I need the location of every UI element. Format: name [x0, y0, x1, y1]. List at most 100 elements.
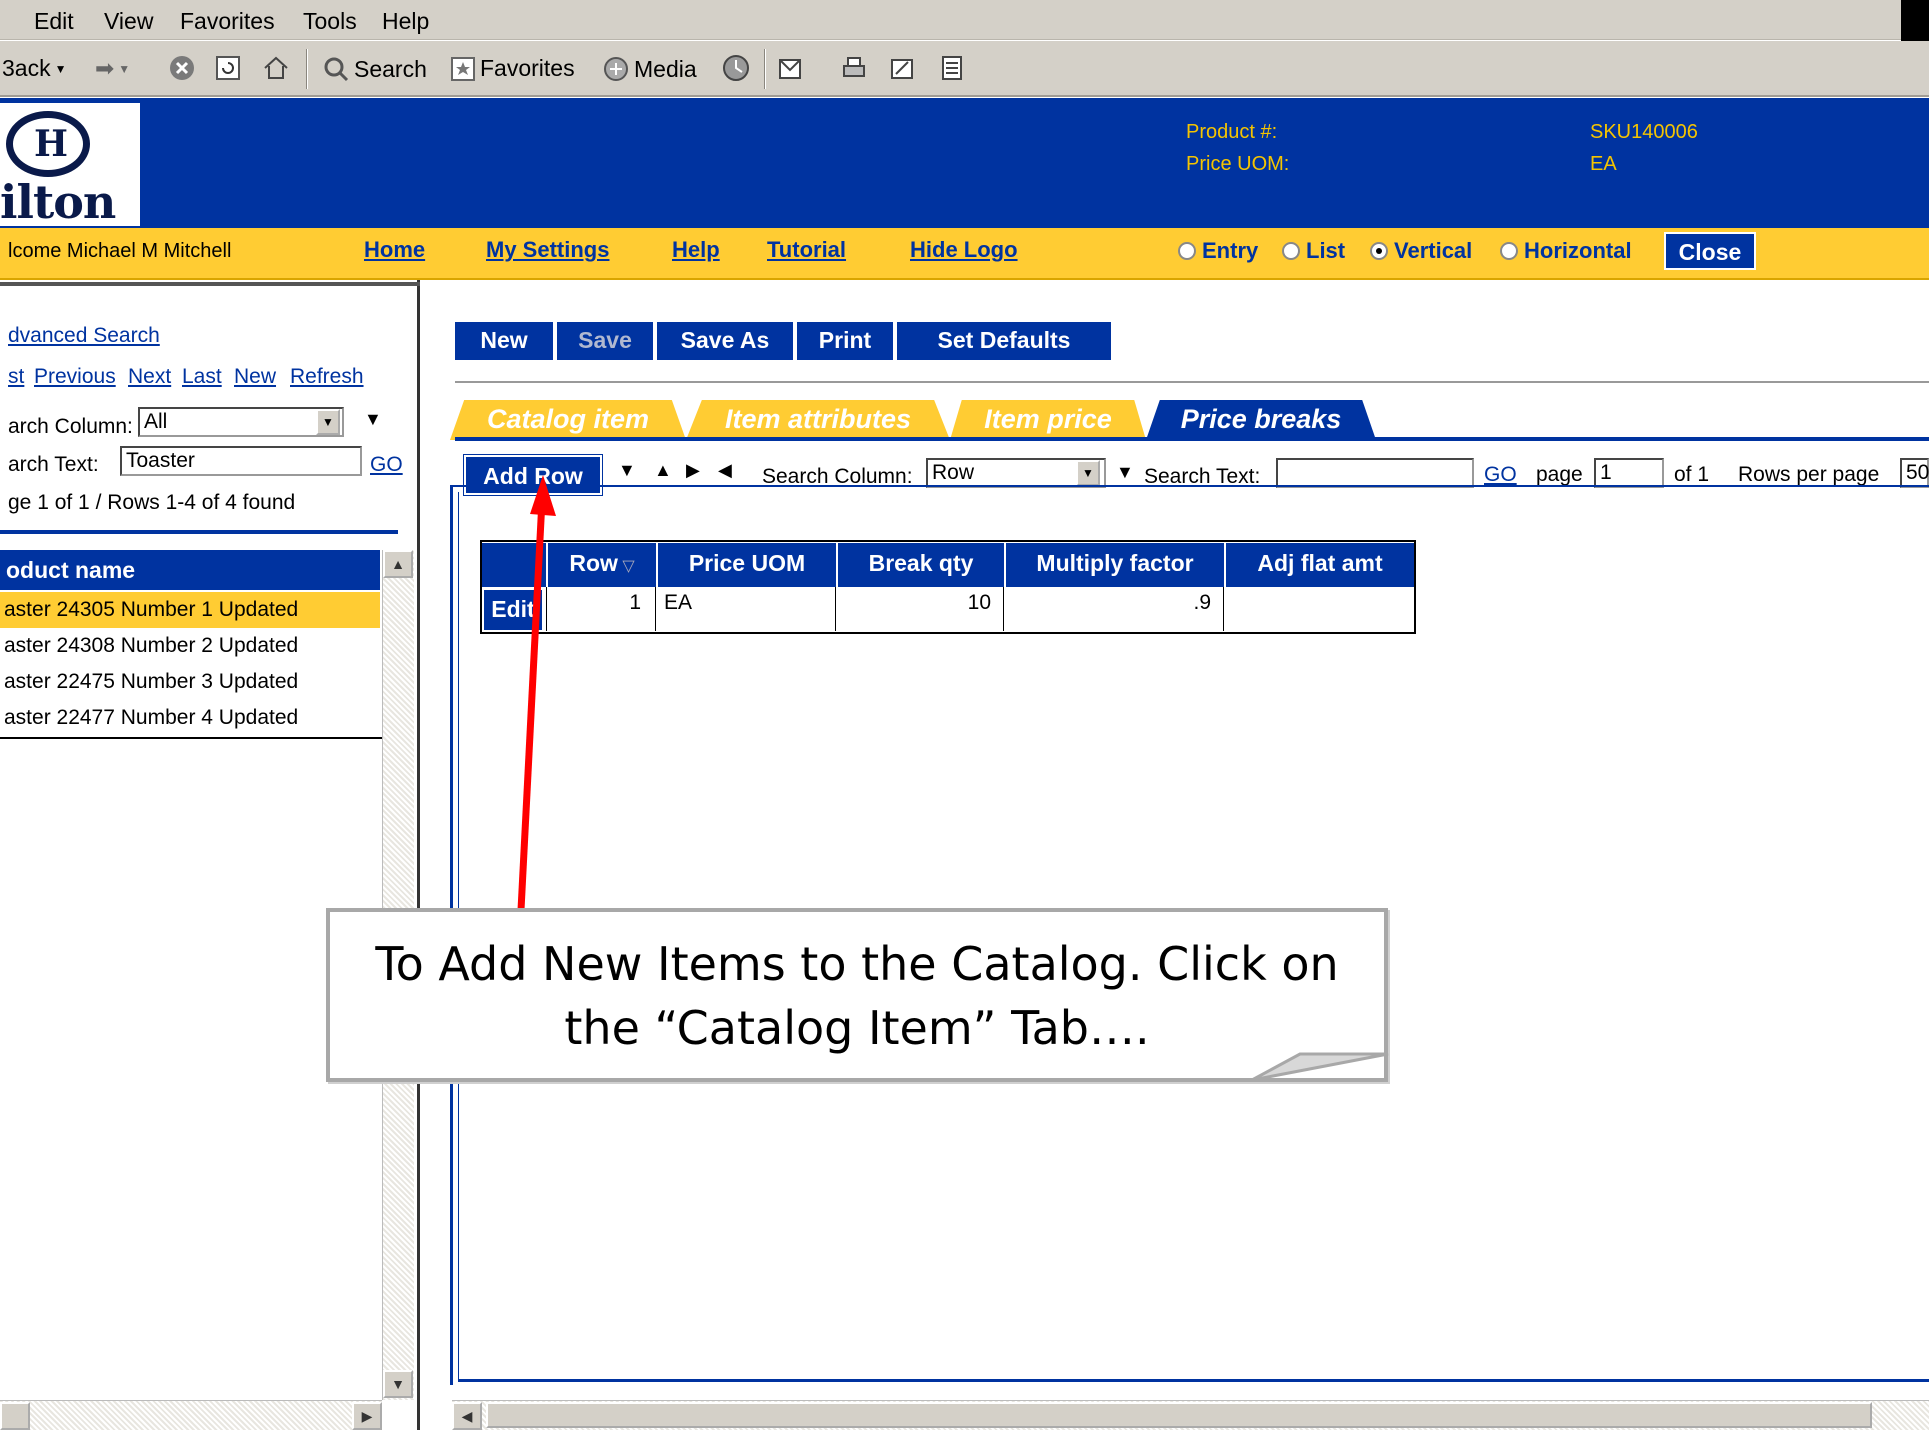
sort-down-icon[interactable]: ▼ [1116, 462, 1134, 483]
rows-per-page-input[interactable]: 50 [1900, 458, 1929, 488]
last-link[interactable]: Last [182, 365, 222, 389]
callout-box: To Add New Items to the Catalog. Click o… [326, 908, 1388, 1082]
menu-edit[interactable]: Edit [34, 8, 74, 35]
sort-icon: ▽ [617, 558, 635, 575]
menu-bar: Edit View Favorites Tools Help [0, 0, 1929, 40]
search-label: Search [354, 55, 427, 82]
scroll-down-icon[interactable]: ▼ [383, 1370, 413, 1398]
col-header-multiply-factor[interactable]: Multiply factor [1006, 543, 1224, 587]
view-vertical-label: Vertical [1394, 238, 1473, 263]
sort-down-icon[interactable]: ▼ [364, 409, 382, 430]
list-item[interactable]: aster 24308 Number 2 Updated [0, 628, 380, 664]
print-icon[interactable] [840, 54, 868, 82]
tab-underline [455, 437, 1929, 441]
menu-tools[interactable]: Tools [303, 8, 357, 35]
forward-button[interactable]: ➡ ▼ [95, 55, 130, 82]
product-number-label: Product #: [1186, 121, 1278, 143]
toolbar-separator [764, 49, 766, 89]
previous-link[interactable]: Previous [34, 365, 116, 389]
save-button[interactable]: Save [557, 322, 655, 360]
chevron-down-icon[interactable]: ▼ [316, 409, 340, 435]
page-input[interactable]: 1 [1594, 458, 1664, 488]
back-button[interactable]: 3ack ▼ [2, 55, 66, 82]
favorites-button[interactable]: Favorites [450, 55, 575, 82]
search-button[interactable]: Search [322, 55, 427, 83]
advanced-search-link[interactable]: dvanced Search [8, 324, 160, 348]
col-header-break-qty[interactable]: Break qty [838, 543, 1004, 587]
logo-name: ilton [0, 175, 116, 229]
scroll-left-icon[interactable]: ◀ [452, 1402, 482, 1430]
tab-item-price[interactable]: Item price [950, 400, 1146, 440]
cell-price-uom: EA [656, 587, 836, 631]
first-link[interactable]: st [8, 365, 24, 389]
left-separator [0, 530, 398, 534]
home-icon[interactable] [262, 54, 290, 82]
save-as-button[interactable]: Save As [657, 322, 795, 360]
col-header-adj-flat-amt[interactable]: Adj flat amt [1226, 543, 1414, 587]
mail-icon[interactable] [778, 54, 806, 82]
view-vertical-radio[interactable]: Vertical [1370, 238, 1472, 264]
discuss-icon[interactable] [938, 54, 966, 82]
nav-help[interactable]: Help [672, 237, 720, 263]
nav-home[interactable]: Home [364, 237, 425, 263]
media-label: Media [634, 55, 697, 82]
view-list-radio[interactable]: List [1282, 238, 1345, 264]
hilton-logo: H ilton [0, 103, 140, 229]
next-link[interactable]: Next [128, 365, 171, 389]
price-uom-value: EA [1590, 153, 1617, 175]
go-link[interactable]: GO [370, 453, 403, 477]
arrow-right-icon[interactable]: ▶ [686, 460, 700, 481]
list-item[interactable]: aster 22477 Number 4 Updated [0, 700, 380, 736]
callout-line-1: To Add New Items to the Catalog. Click o… [375, 937, 1339, 991]
arrow-left-icon[interactable]: ◀ [718, 460, 732, 481]
menu-favorites[interactable]: Favorites [180, 8, 275, 35]
action-separator [455, 381, 1929, 383]
product-name-header[interactable]: oduct name [0, 550, 380, 590]
view-entry-radio[interactable]: Entry [1178, 238, 1258, 264]
toolbar-separator [306, 49, 308, 89]
nav-hide-logo[interactable]: Hide Logo [910, 237, 1018, 263]
menu-view[interactable]: View [104, 8, 153, 35]
print-button[interactable]: Print [797, 322, 895, 360]
grid-search-text-input[interactable] [1276, 458, 1474, 488]
list-item[interactable]: aster 24305 Number 1 Updated [0, 592, 380, 628]
chevron-down-icon[interactable]: ▼ [1076, 460, 1100, 486]
view-horizontal-radio[interactable]: Horizontal [1500, 238, 1632, 264]
set-defaults-button[interactable]: Set Defaults [897, 322, 1111, 360]
grid-go-link[interactable]: GO [1484, 463, 1517, 487]
page-label: page [1536, 463, 1583, 486]
close-button[interactable]: Close [1664, 232, 1756, 270]
menu-help[interactable]: Help [382, 8, 429, 35]
arrow-down-icon[interactable]: ▼ [618, 460, 636, 481]
new-button[interactable]: New [455, 322, 555, 360]
scroll-right-icon[interactable]: ▶ [352, 1402, 382, 1430]
nav-tutorial[interactable]: Tutorial [767, 237, 846, 263]
cell-multiply-factor: .9 [1004, 587, 1224, 631]
callout-fold-icon [1251, 1052, 1389, 1082]
list-item[interactable]: aster 22475 Number 3 Updated [0, 664, 380, 700]
refresh-link[interactable]: Refresh [290, 365, 364, 389]
price-uom-label: Price UOM: [1186, 153, 1290, 175]
search-text-label: arch Text: [8, 453, 99, 476]
new-link[interactable]: New [234, 365, 276, 389]
col-header-price-uom[interactable]: Price UOM [658, 543, 836, 587]
left-horizontal-scrollbar[interactable] [0, 1400, 382, 1430]
nav-my-settings[interactable]: My Settings [486, 237, 609, 263]
welcome-text: lcome Michael M Mitchell [8, 240, 232, 262]
search-icon [324, 57, 349, 82]
scroll-thumb[interactable] [0, 1402, 30, 1430]
search-text-input[interactable]: Toaster [120, 446, 362, 476]
scroll-thumb[interactable] [486, 1402, 1872, 1428]
scroll-up-icon[interactable]: ▲ [383, 550, 413, 578]
stop-icon[interactable] [168, 54, 196, 82]
tab-item-attributes[interactable]: Item attributes [686, 400, 950, 440]
history-icon[interactable] [722, 54, 750, 82]
media-button[interactable]: Media [602, 55, 697, 83]
refresh-icon[interactable] [214, 54, 242, 82]
tab-price-breaks[interactable]: Price breaks [1146, 400, 1376, 440]
tab-catalog-item[interactable]: Catalog item [450, 400, 686, 440]
radio-dot [1178, 242, 1196, 260]
arrow-up-icon[interactable]: ▲ [654, 460, 672, 481]
search-column-select[interactable]: All [138, 407, 344, 437]
edit-icon[interactable] [888, 54, 916, 82]
